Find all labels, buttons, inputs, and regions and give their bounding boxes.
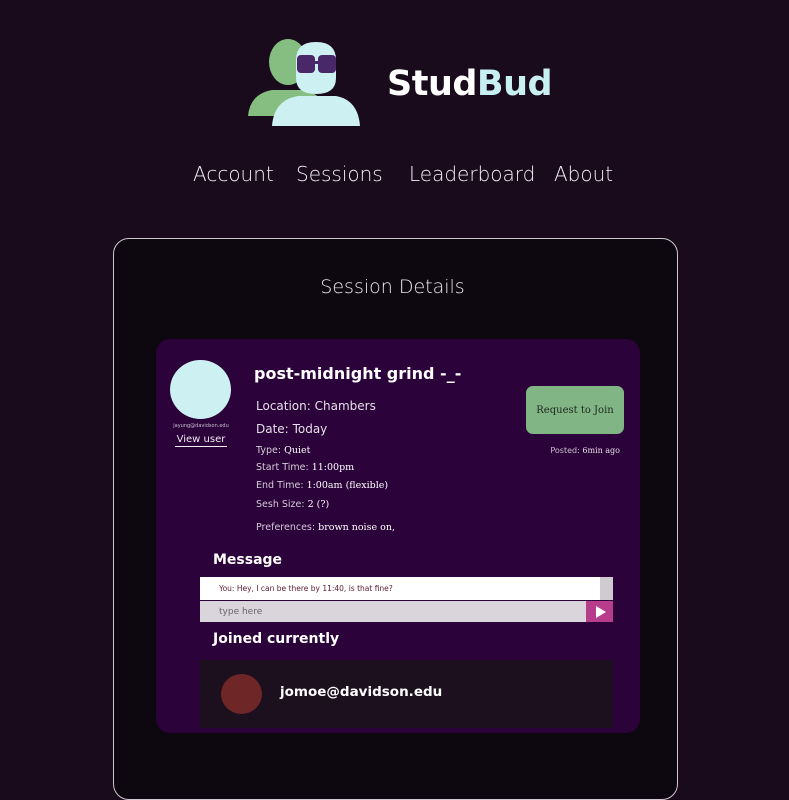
type-label: Type: <box>256 445 282 456</box>
send-button[interactable] <box>586 601 613 622</box>
message-scrollbar[interactable] <box>600 577 613 600</box>
nav-sessions[interactable]: Sessions <box>296 162 383 186</box>
request-to-join-button[interactable]: Request to Join <box>526 386 624 434</box>
posted-time: Posted: 6min ago <box>500 446 620 455</box>
brand-name-part1: Stud <box>387 64 477 104</box>
message-item: You: Hey, I can be there by 11:40, is th… <box>219 584 393 593</box>
message-input[interactable] <box>200 601 586 622</box>
nav-about[interactable]: About <box>554 162 613 186</box>
start-value: 11:00pm <box>311 462 355 473</box>
session-date: Date: Today <box>256 422 327 436</box>
start-label: Start Time: <box>256 462 309 473</box>
posted-value: 6min ago <box>582 446 620 455</box>
type-value: Quiet <box>284 445 311 456</box>
end-label: End Time: <box>256 480 304 491</box>
end-value: 1:00am (flexible) <box>306 480 389 491</box>
avatar <box>221 674 262 714</box>
joined-list: jomoe@davidson.edu <box>200 660 613 728</box>
page-title: Session Details <box>320 276 465 298</box>
brand-name: StudBud <box>387 64 553 104</box>
prefs-value: brown noise on, <box>318 522 395 533</box>
posted-label: Posted: <box>550 446 580 455</box>
poster-avatar <box>170 360 231 419</box>
size-value: 2 (?) <box>307 499 330 510</box>
session-preferences: Preferences: brown noise on, <box>256 522 395 533</box>
date-label: Date: <box>256 422 289 436</box>
member-email: jomoe@davidson.edu <box>280 684 443 700</box>
session-size: Sesh Size: 2 (?) <box>256 499 329 510</box>
session-title: post-midnight grind -_- <box>254 364 462 383</box>
nav-account[interactable]: Account <box>193 162 274 186</box>
message-thread: You: Hey, I can be there by 11:40, is th… <box>200 577 613 600</box>
message-heading: Message <box>213 552 283 568</box>
session-location: Location: Chambers <box>256 399 376 413</box>
play-send-icon <box>596 605 606 618</box>
date-value: Today <box>292 422 328 436</box>
view-user-link[interactable]: View user <box>175 434 227 447</box>
joined-heading: Joined currently <box>213 631 340 647</box>
size-label: Sesh Size: <box>256 499 305 510</box>
location-value: Chambers <box>314 399 376 413</box>
poster-email: jayung@davidson.edu <box>173 423 229 429</box>
nav-leaderboard[interactable]: Leaderboard <box>409 162 535 186</box>
brand-name-part2: Bud <box>476 64 553 104</box>
location-label: Location: <box>256 399 311 413</box>
session-type: Type: Quiet <box>256 445 310 456</box>
session-end: End Time: 1:00am (flexible) <box>256 480 388 491</box>
prefs-label: Preferences: <box>256 522 316 533</box>
studbud-logo-icon <box>248 39 360 126</box>
main-nav: Account Sessions Leaderboard About <box>0 162 789 188</box>
session-start: Start Time: 11:00pm <box>256 462 354 473</box>
